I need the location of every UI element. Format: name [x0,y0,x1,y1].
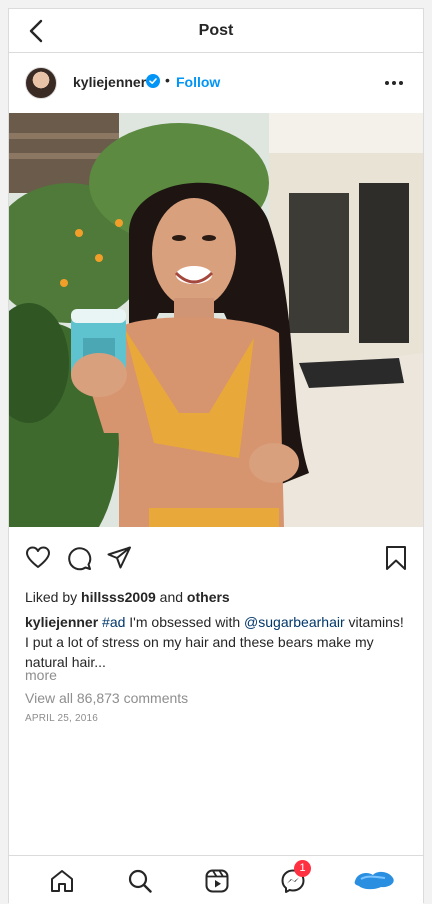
post-header: kyliejenner • Follow [9,53,423,113]
avatar[interactable] [25,67,57,99]
view-comments-link[interactable]: View all 86,873 comments [25,690,188,706]
top-bar: Post [9,9,423,53]
caption-hashtag[interactable]: #ad [102,614,125,630]
post-photo[interactable] [9,113,423,527]
messenger-badge: 1 [294,860,311,877]
bottom-nav: 1 [9,855,423,904]
search-icon[interactable] [127,868,153,894]
caption-mention[interactable]: @sugarbearhair [244,614,345,630]
post-screen: Post kyliejenner • Follow Liked by hills… [8,8,424,904]
follow-button[interactable]: Follow [176,74,220,90]
more-options-icon[interactable] [385,81,403,85]
caption-text-1: I'm obsessed with [129,614,241,630]
reels-icon[interactable] [204,868,230,894]
post-date: APRIL 25, 2016 [25,713,99,724]
post-actions [9,539,423,579]
profile-avatar[interactable] [351,869,397,891]
share-icon[interactable] [106,545,132,571]
caption-username[interactable]: kyliejenner [25,614,98,630]
heart-icon[interactable] [25,545,51,571]
verified-badge-icon [146,74,160,88]
likes-prefix: Liked by [25,589,78,605]
caption-more-link[interactable]: more [25,667,57,683]
likes-summary: Liked by hillsss2009 and others [25,589,230,605]
page-title: Post [198,22,234,39]
likes-others[interactable]: others [187,589,230,605]
bookmark-icon[interactable] [383,545,409,571]
home-icon[interactable] [49,868,75,894]
likes-and: and [159,589,184,605]
post-caption: kyliejenner #ad I'm obsessed with @sugar… [25,612,409,672]
post-username[interactable]: kyliejenner [73,74,146,90]
separator-dot: • [165,72,170,88]
comment-icon[interactable] [66,545,92,571]
liked-by-user[interactable]: hillsss2009 [81,589,156,605]
